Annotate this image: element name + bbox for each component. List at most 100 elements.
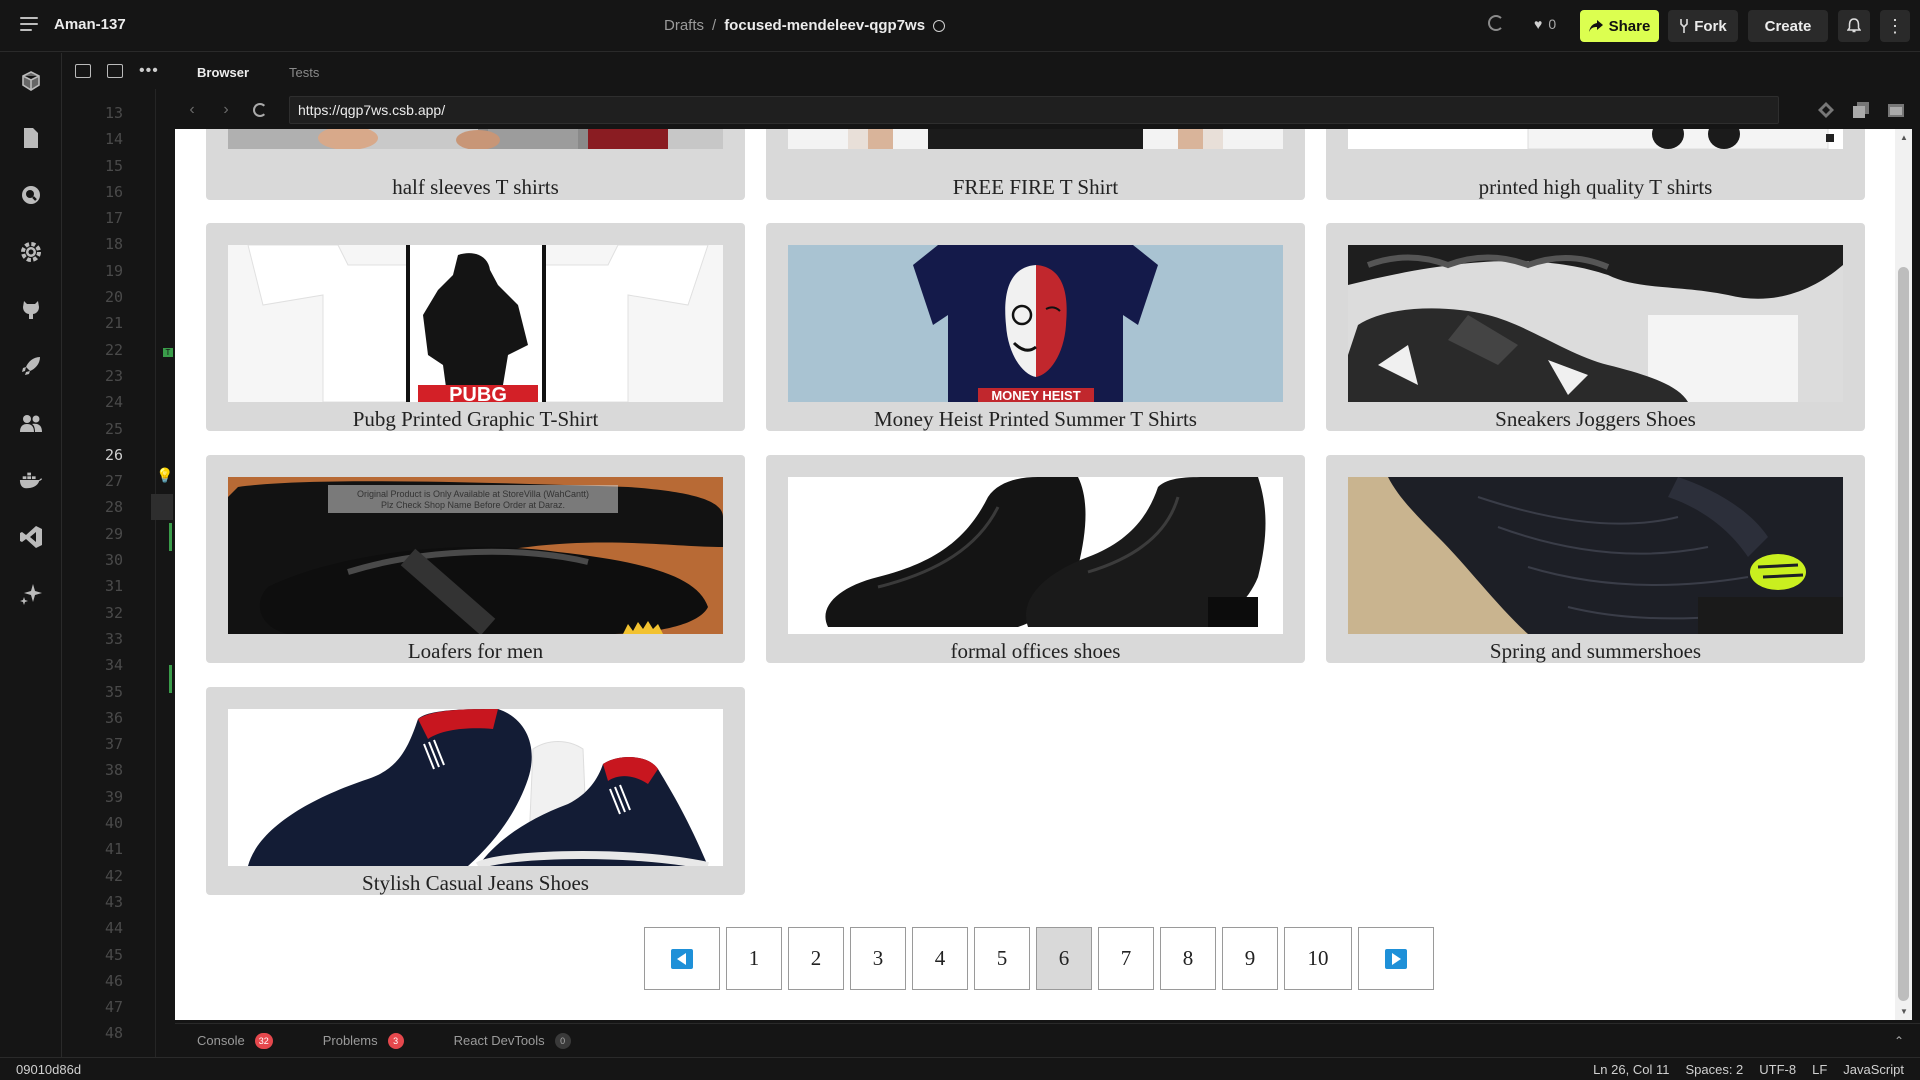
- public-globe-icon: [933, 19, 946, 32]
- indentation[interactable]: Spaces: 2: [1685, 1062, 1743, 1077]
- page-button[interactable]: 8: [1160, 927, 1216, 990]
- fork-label: Fork: [1694, 17, 1727, 35]
- create-button[interactable]: Create: [1748, 10, 1828, 42]
- product-card[interactable]: Stylish Casual Jeans Shoes: [206, 687, 745, 895]
- line-number: 18: [104, 235, 123, 254]
- product-image[interactable]: [1348, 245, 1843, 402]
- product-card[interactable]: Sneakers Joggers Shoes: [1326, 223, 1865, 431]
- page-button[interactable]: 4: [912, 927, 968, 990]
- product-image[interactable]: [1348, 129, 1843, 149]
- language-mode[interactable]: JavaScript: [1843, 1062, 1904, 1077]
- more-options-icon[interactable]: •••: [139, 62, 159, 80]
- product-card[interactable]: formal offices shoes: [766, 455, 1305, 663]
- tab-problems[interactable]: Problems 3: [322, 1032, 404, 1049]
- file-explorer-icon[interactable]: [19, 126, 43, 150]
- line-number: 45: [104, 945, 123, 964]
- scroll-down-arrow-icon[interactable]: ▼: [1900, 1007, 1908, 1016]
- product-image[interactable]: [1348, 477, 1843, 634]
- product-card[interactable]: printed high quality T shirts: [1326, 129, 1865, 200]
- notifications-button[interactable]: [1838, 10, 1870, 42]
- back-arrow-icon[interactable]: ‹: [175, 101, 209, 119]
- page-button[interactable]: 2: [788, 927, 844, 990]
- devtools-toggle-icon[interactable]: [1816, 100, 1836, 120]
- preview-scrollbar[interactable]: ▲ ▼: [1895, 129, 1912, 1020]
- chevron-up-icon[interactable]: ⌃: [1894, 1034, 1904, 1048]
- problems-label: Problems: [322, 1033, 378, 1048]
- preview-viewport[interactable]: half sleeves T shirts FREE FIRE T Shirt: [175, 129, 1895, 1020]
- search-icon[interactable]: [19, 183, 43, 207]
- svg-text:Original Product is Only Avail: Original Product is Only Available at St…: [357, 489, 589, 499]
- loafer-photo: Original Product is Only Available at St…: [228, 477, 723, 634]
- fork-button[interactable]: Fork: [1668, 10, 1738, 42]
- product-image[interactable]: [788, 129, 1283, 149]
- preview-panel-icon[interactable]: [107, 64, 123, 78]
- page-button-current[interactable]: 6: [1036, 927, 1092, 990]
- previous-page-button[interactable]: [644, 927, 720, 990]
- live-collaboration-icon[interactable]: [19, 411, 43, 435]
- page-button[interactable]: 5: [974, 927, 1030, 990]
- breadcrumb-drafts[interactable]: Drafts: [664, 17, 704, 34]
- tab-browser[interactable]: Browser: [197, 65, 249, 80]
- code-editor[interactable]: ••• T 💡 13 14 15 16 17 18 19 20 21 22 23 24 25 26 27 28…: [63, 53, 175, 1057]
- docker-icon[interactable]: [19, 468, 43, 492]
- project-name[interactable]: focused-mendeleev-qgp7ws: [724, 17, 925, 34]
- top-bar: Aman-137 Drafts / focused-mendeleev-qgp7…: [0, 0, 1920, 52]
- sync-icon[interactable]: [1488, 15, 1504, 31]
- product-card[interactable]: half sleeves T shirts: [206, 129, 745, 200]
- open-new-window-icon[interactable]: [1886, 100, 1906, 120]
- vscode-icon[interactable]: [19, 525, 43, 549]
- page-button[interactable]: 10: [1284, 927, 1352, 990]
- product-image[interactable]: MONEY HEIST: [788, 245, 1283, 402]
- money-heist-tshirt-photo: MONEY HEIST: [788, 245, 1283, 402]
- split-view-icon[interactable]: [75, 64, 91, 78]
- address-input[interactable]: [289, 96, 1779, 124]
- workspace-user-name[interactable]: Aman-137: [54, 16, 126, 33]
- scroll-up-arrow-icon[interactable]: ▲: [1900, 133, 1908, 142]
- likes-counter[interactable]: ♥ 0: [1534, 16, 1556, 32]
- scrollbar-thumb[interactable]: [1898, 267, 1909, 1001]
- github-icon[interactable]: [19, 297, 43, 321]
- tab-console[interactable]: Console 32: [197, 1032, 273, 1049]
- copy-url-icon[interactable]: [1851, 100, 1871, 120]
- page-button[interactable]: 1: [726, 927, 782, 990]
- product-image[interactable]: [228, 709, 723, 866]
- product-image[interactable]: Original Product is Only Available at St…: [228, 477, 723, 634]
- product-card[interactable]: Original Product is Only Available at St…: [206, 455, 745, 663]
- file-encoding[interactable]: UTF-8: [1759, 1062, 1796, 1077]
- sandbox-cube-icon[interactable]: [19, 69, 43, 93]
- line-ending[interactable]: LF: [1812, 1062, 1827, 1077]
- deploy-rocket-icon[interactable]: [19, 354, 43, 378]
- page-button[interactable]: 7: [1098, 927, 1154, 990]
- forward-arrow-icon[interactable]: ›: [209, 101, 243, 119]
- product-card[interactable]: Spring and summershoes: [1326, 455, 1865, 663]
- line-number: 24: [104, 393, 123, 412]
- lightbulb-icon[interactable]: 💡: [156, 467, 173, 484]
- product-title: Money Heist Printed Summer T Shirts: [874, 407, 1197, 431]
- hamburger-menu-icon[interactable]: [20, 17, 38, 33]
- line-number: 44: [104, 919, 123, 938]
- product-title: Pubg Printed Graphic T-Shirt: [352, 407, 599, 431]
- commit-hash[interactable]: 09010d86d: [16, 1062, 81, 1077]
- tab-react-devtools[interactable]: React DevTools 0: [453, 1032, 571, 1049]
- line-number: 38: [104, 761, 123, 780]
- next-page-button[interactable]: [1358, 927, 1434, 990]
- product-image[interactable]: [228, 129, 723, 149]
- line-number: 21: [104, 314, 123, 333]
- line-number: 48: [104, 1024, 123, 1043]
- cursor-position[interactable]: Ln 26, Col 11: [1593, 1062, 1669, 1077]
- product-card[interactable]: MONEY HEIST Money Heist Printed Summer T…: [766, 223, 1305, 431]
- share-button[interactable]: Share: [1580, 10, 1659, 42]
- product-image[interactable]: [788, 477, 1283, 634]
- devtools-label: React DevTools: [453, 1033, 545, 1048]
- reload-icon[interactable]: [253, 103, 267, 117]
- product-card[interactable]: FREE FIRE T Shirt: [766, 129, 1305, 200]
- page-button[interactable]: 9: [1222, 927, 1278, 990]
- page-button[interactable]: 3: [850, 927, 906, 990]
- product-card[interactable]: PUBG Pubg Printed Graphic T-Shirt: [206, 223, 745, 431]
- product-image[interactable]: PUBG: [228, 245, 723, 402]
- tab-tests[interactable]: Tests: [289, 65, 319, 80]
- ai-sparkle-icon[interactable]: [19, 582, 43, 606]
- more-options-icon[interactable]: ⋮: [1880, 10, 1910, 42]
- printed-tshirt-photo: [1348, 129, 1843, 149]
- gear-icon[interactable]: [19, 240, 43, 264]
